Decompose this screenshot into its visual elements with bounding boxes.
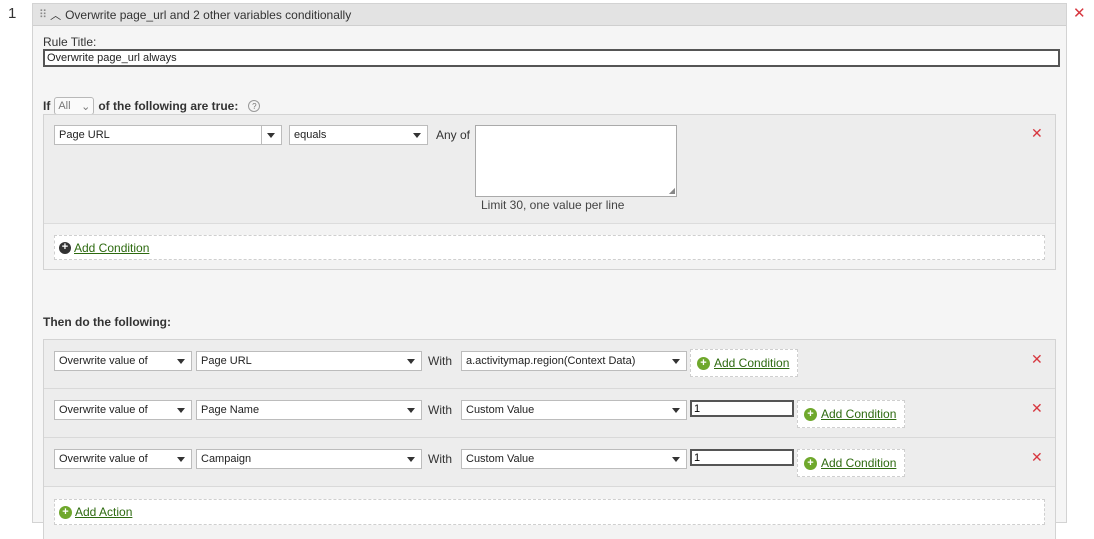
condition-operator-value: equals — [294, 129, 327, 141]
chevron-down-icon — [177, 457, 185, 462]
action-row: Overwrite value of Page Name With Custom… — [44, 389, 1055, 438]
chevron-up-icon[interactable]: ︿ — [50, 7, 61, 23]
condition-row: Page URL equals Any of ◢ Limit 30, one v… — [44, 115, 1055, 223]
condition-values-textarea[interactable]: ◢ — [475, 125, 677, 197]
plus-circle-green-icon[interactable]: + — [804, 456, 817, 470]
match-mode-value: All — [58, 100, 71, 112]
action-operation-value: Overwrite value of — [59, 404, 148, 416]
action-variable-value: Campaign — [201, 453, 252, 465]
chevron-down-icon — [672, 359, 680, 364]
with-label: With — [428, 403, 452, 417]
rule-header-title: Overwrite page_url and 2 other variables… — [65, 7, 352, 22]
condition-operator-select[interactable]: equals — [289, 125, 428, 145]
action-add-condition-link[interactable]: Add Condition — [821, 407, 896, 421]
chevron-down-icon — [177, 408, 185, 413]
rule-title-label: Rule Title: — [43, 35, 97, 49]
action-operation-value: Overwrite value of — [59, 355, 148, 367]
chevron-down-icon: ⌄ — [81, 100, 91, 113]
with-label: With — [428, 354, 452, 368]
action-operation-select[interactable]: Overwrite value of — [54, 400, 192, 420]
actions-box: Overwrite value of Page URL With a.activ… — [43, 339, 1056, 539]
chevron-down-icon — [407, 408, 415, 413]
action-variable-value: Page Name — [201, 404, 260, 416]
plus-circle-green-icon[interactable]: + — [697, 356, 710, 370]
rule-number: 1 — [8, 5, 17, 22]
chevron-down-icon — [177, 359, 185, 364]
chevron-down-icon — [672, 408, 680, 413]
condition-variable-combo[interactable]: Page URL — [54, 125, 282, 145]
combo-dropdown-button[interactable] — [261, 126, 281, 144]
action-operation-value: Overwrite value of — [59, 453, 148, 465]
action-value-source-value: Custom Value — [466, 404, 535, 416]
if-label: If — [43, 99, 51, 113]
action-variable-select[interactable]: Page URL — [196, 351, 422, 371]
add-condition-link[interactable]: Add Condition — [74, 241, 149, 255]
match-suffix-label: of the following are true: — [98, 99, 239, 113]
action-value-source-select[interactable]: Custom Value — [461, 449, 687, 469]
resize-handle-icon[interactable]: ◢ — [669, 186, 675, 195]
chevron-down-icon — [672, 457, 680, 462]
remove-condition-icon[interactable]: ✕ — [1031, 125, 1043, 142]
condition-variable-value: Page URL — [59, 129, 110, 141]
rule-panel: ⠿ ︿ Overwrite page_url and 2 other varia… — [32, 3, 1067, 539]
action-value-source-select[interactable]: Custom Value — [461, 400, 687, 420]
drag-handle-icon[interactable]: ⠿ — [39, 8, 47, 21]
chevron-down-icon — [413, 133, 421, 138]
action-value-source-value: a.activitymap.region(Context Data) — [466, 355, 636, 367]
action-row: Overwrite value of Page URL With a.activ… — [44, 340, 1055, 389]
add-action-bar: + Add Action — [54, 499, 1045, 525]
action-value-source-value: Custom Value — [466, 453, 535, 465]
chevron-down-icon — [407, 359, 415, 364]
action-add-condition-link[interactable]: Add Condition — [714, 356, 789, 370]
action-add-condition-bar: + Add Condition — [797, 449, 906, 477]
action-variable-value: Page URL — [201, 355, 252, 367]
plus-circle-dark-icon[interactable]: + — [59, 241, 71, 254]
conditions-box: Page URL equals Any of ◢ Limit 30, one v… — [43, 114, 1056, 270]
action-variable-select[interactable]: Page Name — [196, 400, 422, 420]
add-action-link[interactable]: Add Action — [75, 505, 132, 519]
add-condition-bar: + Add Condition — [54, 235, 1045, 260]
action-value-source-select[interactable]: a.activitymap.region(Context Data) — [461, 351, 687, 371]
action-variable-select[interactable]: Campaign — [196, 449, 422, 469]
action-add-condition-bar: + Add Condition — [690, 349, 799, 377]
match-mode-select[interactable]: All ⌄ — [54, 97, 95, 115]
remove-rule-icon[interactable]: ✕ — [1073, 4, 1086, 22]
custom-value-input[interactable] — [690, 400, 794, 417]
remove-action-icon[interactable]: ✕ — [1031, 351, 1043, 368]
add-condition-area: + Add Condition — [44, 223, 1055, 269]
any-of-label: Any of — [436, 128, 471, 142]
plus-circle-green-icon[interactable]: + — [804, 407, 817, 421]
conditions-header: If All ⌄ of the following are true: ? — [43, 97, 261, 115]
values-hint: Limit 30, one value per line — [481, 198, 625, 212]
plus-circle-green-icon[interactable]: + — [59, 505, 72, 519]
add-action-area: + Add Action — [44, 487, 1055, 539]
chevron-down-icon — [267, 133, 275, 138]
remove-action-icon[interactable]: ✕ — [1031, 400, 1043, 417]
with-label: With — [428, 452, 452, 466]
action-operation-select[interactable]: Overwrite value of — [54, 351, 192, 371]
help-icon[interactable]: ? — [248, 100, 261, 112]
then-label: Then do the following: — [43, 315, 171, 329]
action-add-condition-bar: + Add Condition — [797, 400, 906, 428]
action-row: Overwrite value of Campaign With Custom … — [44, 438, 1055, 487]
rule-title-input[interactable] — [43, 49, 1060, 67]
action-operation-select[interactable]: Overwrite value of — [54, 449, 192, 469]
chevron-down-icon — [407, 457, 415, 462]
remove-action-icon[interactable]: ✕ — [1031, 449, 1043, 466]
rule-header[interactable]: ⠿ ︿ Overwrite page_url and 2 other varia… — [33, 4, 1066, 26]
custom-value-input[interactable] — [690, 449, 794, 466]
action-add-condition-link[interactable]: Add Condition — [821, 456, 896, 470]
